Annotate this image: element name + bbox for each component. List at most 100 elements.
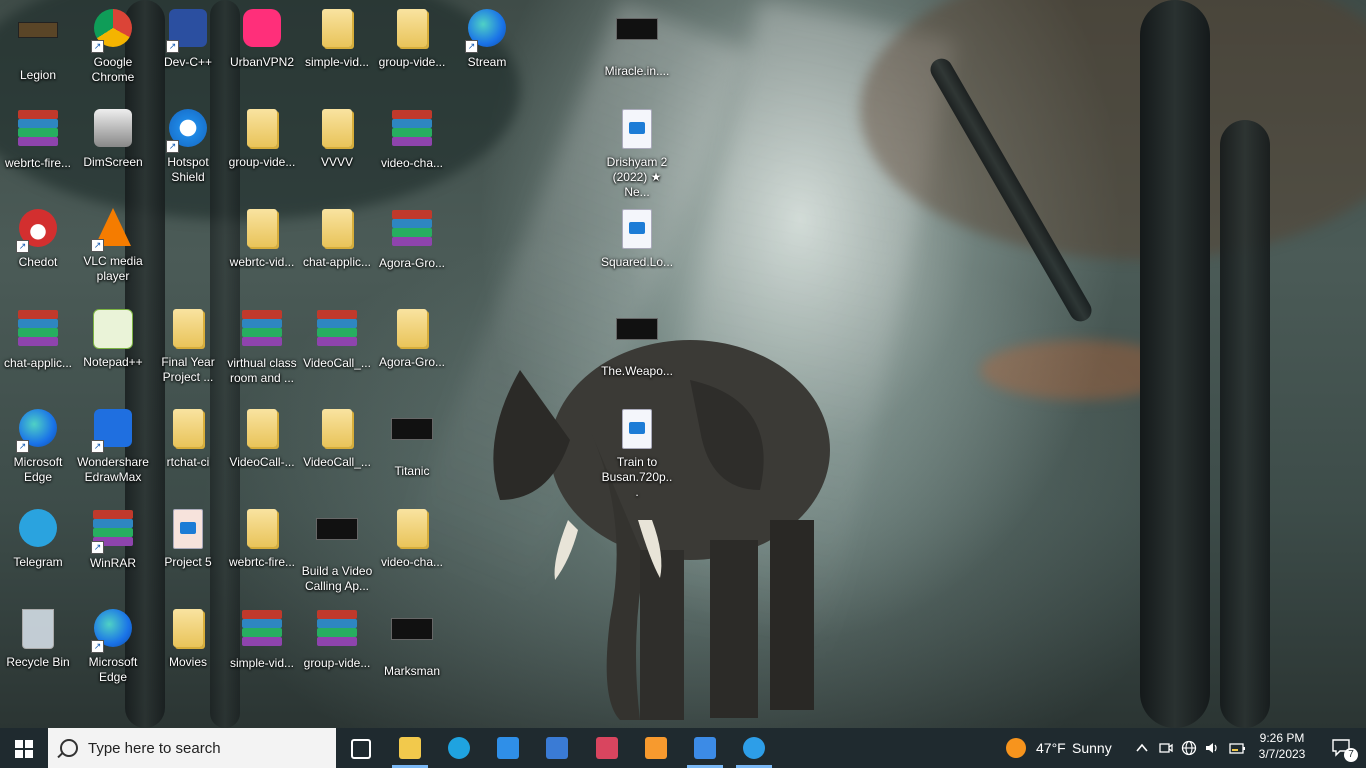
desktop-icon[interactable]: Build a Video Calling Ap... [299, 506, 375, 594]
desktop-icon-label: Drishyam 2 (2022) ★ Ne... [606, 155, 668, 199]
desktop-icon[interactable]: ↗ WinRAR [75, 506, 151, 571]
folder-icon [390, 309, 434, 353]
desktop-icon[interactable]: ↗ Chedot [0, 206, 76, 270]
desktop-icon[interactable]: VVVV [299, 106, 375, 170]
desktop-icon[interactable]: video-cha... [374, 106, 450, 171]
desktop-icon[interactable]: simple-vid... [224, 606, 300, 671]
mail-icon [497, 737, 519, 759]
desktop-icon-label: Wondershare EdrawMax [77, 455, 149, 484]
desktop-icon[interactable]: Train to Busan.720p... [599, 406, 675, 500]
desktop-icon-label: group-vide... [228, 155, 296, 169]
desktop-icon[interactable]: VideoCall-... [224, 406, 300, 470]
shortcut-arrow-icon: ↗ [16, 440, 29, 453]
desktop-icon[interactable]: ↗ Microsoft Edge [75, 606, 151, 685]
taskbar: Type here to search 47°F Sunny 9:26 PM 3… [0, 728, 1366, 768]
desktop-icon[interactable]: Drishyam 2 (2022) ★ Ne... [599, 106, 675, 200]
desktop-icon[interactable]: webrtc-vid... [224, 206, 300, 270]
desktop-icon[interactable]: group-vide... [374, 6, 450, 70]
desktop-icon[interactable]: Recycle Bin [0, 606, 76, 670]
search-placeholder: Type here to search [88, 740, 221, 757]
sublime-text-taskbar-button[interactable] [632, 728, 680, 768]
chevron-up-icon[interactable] [1134, 740, 1150, 756]
desktop-icon[interactable]: ↗ Microsoft Edge [0, 406, 76, 485]
desktop-icon-label: webrtc-fire... [228, 555, 295, 569]
clock-time: 9:26 PM [1259, 731, 1305, 745]
desktop-icon[interactable]: Agora-Gro... [374, 206, 450, 271]
desktop-icon[interactable]: virthual class room and ... [224, 306, 300, 386]
desktop-icon[interactable]: Marksman [374, 606, 450, 679]
desktop-icon[interactable]: Movies [150, 606, 226, 670]
desktop-icon[interactable]: simple-vid... [299, 6, 375, 70]
desktop-icon-label: VVVV [320, 155, 353, 169]
winrar-archive-icon [390, 210, 434, 254]
network-globe-icon[interactable] [1181, 740, 1197, 756]
desktop-icon[interactable]: ↗ Dev-C++ [150, 6, 226, 70]
video-thumbnail-icon [390, 418, 434, 462]
desktop-icon[interactable]: VideoCall_... [299, 306, 375, 371]
desktop-icon[interactable]: ↗ Wondershare EdrawMax [75, 406, 151, 485]
folder-icon [166, 609, 210, 653]
desktop-icon[interactable]: Final Year Project ... [150, 306, 226, 385]
desktop-icon[interactable]: Titanic [374, 406, 450, 479]
desktop-icon[interactable]: ↗ VLC media player [75, 206, 151, 284]
task-view-icon [351, 739, 371, 759]
shortcut-arrow-icon: ↗ [91, 40, 104, 53]
edge-dev-taskbar-button[interactable] [730, 728, 778, 768]
desktop-icon[interactable]: webrtc-fire... [224, 506, 300, 570]
folder-icon [240, 209, 284, 253]
task-view-taskbar-button[interactable] [336, 728, 384, 768]
desktop-icon[interactable]: UrbanVPN2 [224, 6, 300, 70]
desktop-icon[interactable]: webrtc-fire... [0, 106, 76, 171]
media-player-icon [694, 737, 716, 759]
desktop-icon[interactable]: ↗ Hotspot Shield [150, 106, 226, 185]
microsoft-store-taskbar-button[interactable] [533, 728, 581, 768]
desktop-icon[interactable]: chat-applic... [299, 206, 375, 270]
desktop-icon[interactable]: group-vide... [224, 106, 300, 170]
action-center-button[interactable]: 7 [1318, 728, 1366, 768]
desktop-icon[interactable]: Squared.Lo... [599, 206, 675, 270]
taskbar-search-box[interactable]: Type here to search [48, 728, 336, 768]
desktop-icon[interactable]: Miracle.in.... [599, 6, 675, 79]
folder-icon [390, 9, 434, 53]
winrar-archive-icon [16, 110, 60, 154]
desktop-icon[interactable]: DimScreen [75, 106, 151, 170]
file-explorer-taskbar-button[interactable] [386, 728, 434, 768]
edge-taskbar-button[interactable] [435, 728, 483, 768]
desktop-icon[interactable]: Telegram [0, 506, 76, 570]
meet-now-icon[interactable] [1158, 740, 1174, 756]
desktop-icon-label: Titanic [394, 464, 430, 478]
shortcut-arrow-icon: ↗ [16, 240, 29, 253]
mail-taskbar-button[interactable] [484, 728, 532, 768]
weather-widget[interactable]: 47°F Sunny [1000, 728, 1120, 768]
windows-logo-icon [15, 740, 33, 758]
desktop-icon-label: Squared.Lo... [600, 255, 674, 269]
shortcut-arrow-icon: ↗ [91, 541, 104, 554]
start-button[interactable] [0, 728, 48, 768]
snipping-tool-taskbar-button[interactable] [583, 728, 631, 768]
shortcut-arrow-icon: ↗ [91, 440, 104, 453]
notepadpp-icon [91, 309, 135, 353]
video-thumbnail-icon [315, 518, 359, 562]
winrar-archive-icon [16, 310, 60, 354]
desktop-icon[interactable]: Agora-Gro... [374, 306, 450, 370]
clock[interactable]: 9:26 PM 3/7/2023 [1252, 728, 1312, 768]
battery-icon[interactable] [1229, 740, 1245, 756]
volume-icon[interactable] [1204, 740, 1220, 756]
desktop-icon[interactable]: ↗ Google Chrome [75, 6, 151, 85]
desktop-icon[interactable]: ↗ Stream [449, 6, 525, 70]
desktop-icon[interactable]: chat-applic... [0, 306, 76, 371]
desktop-icon-label: rtchat-ci [166, 455, 210, 469]
desktop-icon[interactable]: VideoCall_... [299, 406, 375, 470]
desktop-icon-label: Notepad++ [83, 355, 143, 369]
desktop-icon[interactable]: Legion [0, 6, 76, 83]
folder-icon [166, 409, 210, 453]
desktop-icon[interactable]: Project 5 [150, 506, 226, 570]
desktop-icon[interactable]: Notepad++ [75, 306, 151, 370]
desktop-icon[interactable]: video-cha... [374, 506, 450, 570]
media-player-taskbar-button[interactable] [681, 728, 729, 768]
desktop-icon[interactable]: rtchat-ci [150, 406, 226, 470]
desktop-icon-label: chat-applic... [3, 356, 73, 370]
desktop-icon[interactable]: group-vide... [299, 606, 375, 671]
snipping-tool-icon [596, 737, 618, 759]
desktop-icon[interactable]: The.Weapo... [599, 306, 675, 379]
